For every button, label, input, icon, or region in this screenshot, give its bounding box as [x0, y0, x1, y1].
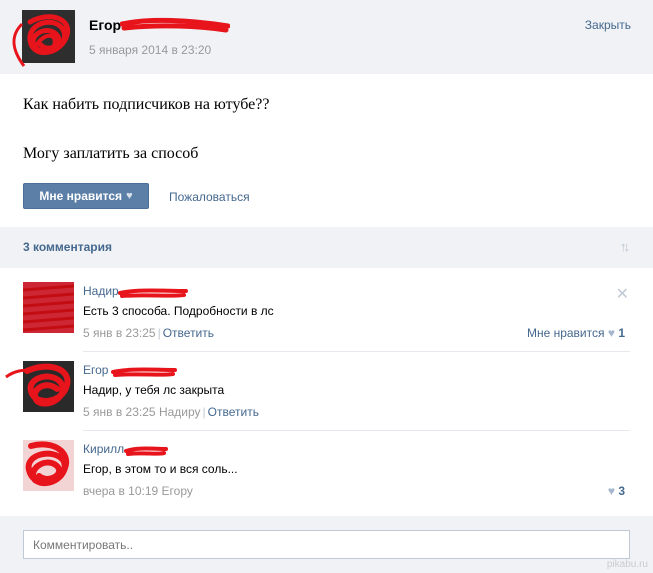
reply-to-user[interactable]: Егору: [162, 484, 193, 498]
redaction-scribble: [27, 14, 71, 55]
post-date[interactable]: 5 января 2014 в 23:20: [89, 43, 211, 57]
name-redaction-scribble: [124, 446, 168, 456]
comment-footer: pikabu.ru: [0, 516, 653, 573]
name-redaction-scribble: [111, 367, 177, 377]
comment-like[interactable]: ♥ 3: [608, 484, 625, 498]
comment-item: Кирилл Егор, в этом то и вся соль... вче…: [0, 440, 653, 500]
like-count: 1: [618, 326, 625, 340]
meta-separator: |: [157, 326, 161, 340]
watermark: pikabu.ru: [606, 559, 648, 570]
comment-author[interactable]: Егор: [83, 363, 108, 377]
divider: [83, 351, 630, 352]
reply-link[interactable]: Ответить: [208, 405, 259, 419]
delete-comment-icon[interactable]: ✕: [616, 284, 629, 304]
comment-date[interactable]: 5 янв в 23:25: [83, 326, 156, 340]
like-count: 3: [618, 484, 625, 498]
redaction-scribble: [12, 22, 26, 67]
comment-avatar[interactable]: [23, 440, 74, 491]
heart-icon: ♥: [607, 484, 615, 498]
reply-to-user[interactable]: Надиру: [159, 405, 201, 419]
comment-author[interactable]: Надир: [83, 284, 119, 298]
post-text-line: Могу заплатить за способ: [23, 145, 199, 162]
comment-meta: вчера в 10:19 Егору: [83, 484, 193, 498]
divider: [83, 430, 630, 431]
heart-icon: ♥: [126, 190, 133, 202]
report-link[interactable]: Пожаловаться: [169, 190, 250, 204]
comment-text: Егор, в этом то и вся соль...: [83, 462, 238, 476]
redaction-scribble: [5, 368, 33, 379]
comment-input[interactable]: [23, 530, 630, 559]
comment-item: Надир Есть 3 способа. Подробности в лс 5…: [0, 282, 653, 342]
redaction-scribble: [23, 282, 74, 333]
close-link[interactable]: Закрыть: [585, 18, 631, 32]
comment-meta: 5 янв в 23:25 | Ответить: [83, 326, 214, 340]
name-redaction-scribble: [120, 17, 230, 33]
like-button[interactable]: Мне нравится ♥: [23, 183, 149, 209]
redaction-scribble: [25, 441, 70, 487]
comments-count[interactable]: 3 комментария: [23, 240, 112, 254]
post-text-line: Как набить подписчиков на ютубе??: [23, 96, 270, 113]
comment-text: Есть 3 способа. Подробности в лс: [83, 304, 274, 318]
comment-date[interactable]: 5 янв в 23:25: [83, 405, 156, 419]
comment-like-label: Мне нравится: [526, 326, 605, 340]
like-button-label: Мне нравится: [39, 189, 123, 203]
comment-like[interactable]: Мне нравится ♥ 1: [527, 326, 625, 340]
comment-author[interactable]: Кирилл: [83, 442, 124, 456]
sort-arrows-icon[interactable]: ↑↓: [620, 239, 630, 254]
name-redaction-scribble: [118, 288, 188, 298]
reply-link[interactable]: Ответить: [163, 326, 214, 340]
comment-date[interactable]: вчера в 10:19: [83, 484, 158, 498]
comment-avatar[interactable]: [23, 282, 74, 333]
meta-separator: |: [202, 405, 206, 419]
heart-icon: ♥: [607, 326, 615, 340]
comments-header: 3 комментария ↑↓: [0, 227, 653, 268]
author-avatar[interactable]: [22, 10, 75, 63]
comment-item: Егор Надир, у тебя лс закрыта 5 янв в 23…: [0, 361, 653, 421]
comment-text: Надир, у тебя лс закрыта: [83, 383, 225, 397]
author-name[interactable]: Егор: [89, 17, 121, 33]
post-header: Егор 5 января 2014 в 23:20 Закрыть: [0, 0, 653, 74]
comment-meta: 5 янв в 23:25 Надиру | Ответить: [83, 405, 259, 419]
